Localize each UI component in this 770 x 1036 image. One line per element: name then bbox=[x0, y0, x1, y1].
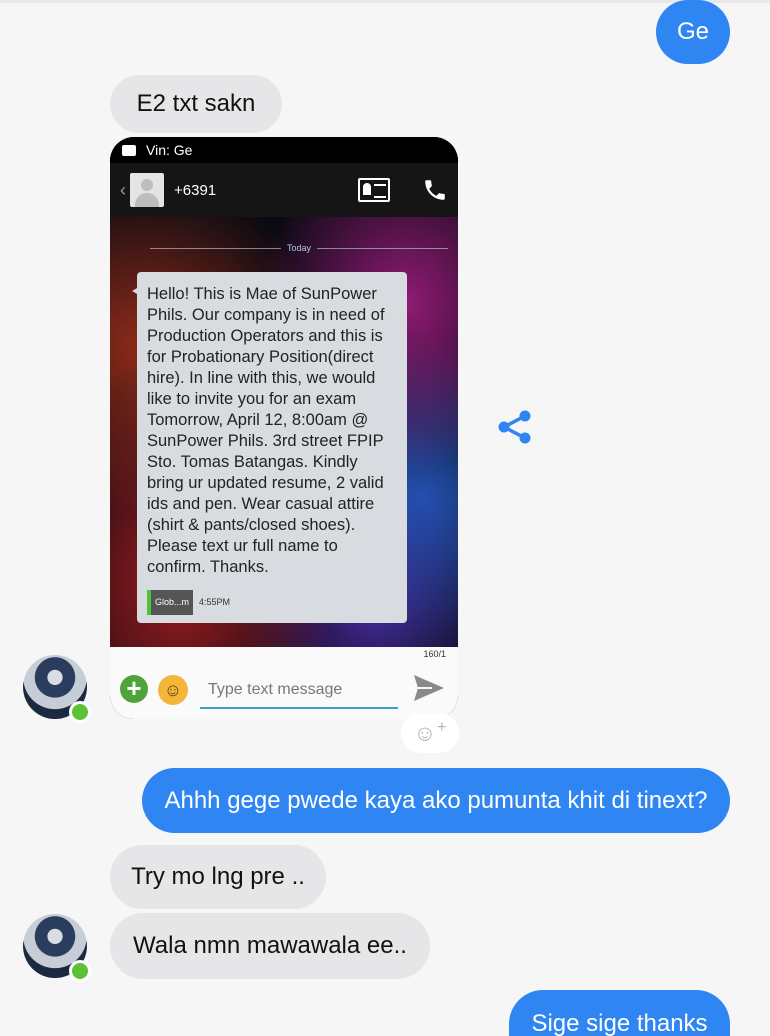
message-outgoing[interactable]: Ahhh gege pwede kaya ako pumunta khit di… bbox=[142, 768, 730, 833]
sms-app-bar: ‹ +6391 bbox=[110, 163, 458, 217]
online-status-dot bbox=[69, 960, 91, 982]
sms-conversation: Today Hello! This is Mae of SunPower Phi… bbox=[110, 217, 458, 647]
message-outgoing[interactable]: Sige sige thanks bbox=[509, 990, 730, 1036]
online-status-dot bbox=[69, 701, 91, 723]
message-incoming[interactable]: E2 txt sakn bbox=[110, 75, 282, 133]
sender-avatar[interactable] bbox=[23, 655, 91, 723]
sms-text-input bbox=[200, 673, 398, 709]
phone-status-bar: Vin: Ge bbox=[110, 137, 458, 163]
sms-meta: Glob...m 4:55PM bbox=[147, 590, 397, 615]
send-icon bbox=[414, 675, 444, 701]
contact-number: +6391 bbox=[174, 181, 217, 199]
top-edge bbox=[0, 0, 770, 3]
char-counter: 160/1 bbox=[423, 649, 446, 659]
message-incoming[interactable]: Wala nmn mawawala ee.. bbox=[110, 913, 430, 979]
sender-avatar[interactable] bbox=[23, 914, 91, 982]
message-outgoing[interactable]: Ge bbox=[656, 0, 730, 64]
message-incoming[interactable]: Try mo lng pre .. bbox=[110, 845, 326, 909]
add-reaction-icon: ☺+ bbox=[413, 719, 447, 746]
emoji-icon: ☺ bbox=[158, 675, 188, 705]
sms-composer: 160/1 + ☺ bbox=[110, 647, 458, 719]
sms-network: Glob...m bbox=[147, 590, 194, 615]
date-divider-label: Today bbox=[286, 243, 312, 253]
contact-avatar-icon bbox=[130, 173, 164, 207]
message-notification-icon bbox=[122, 144, 136, 156]
date-divider: Today bbox=[110, 243, 458, 253]
add-reaction-button[interactable]: ☺+ bbox=[401, 713, 459, 753]
sms-time: 4:55PM bbox=[199, 597, 231, 607]
contact-card-icon bbox=[358, 178, 390, 202]
back-chevron-icon: ‹ bbox=[120, 179, 126, 200]
status-text: Vin: Ge bbox=[146, 142, 193, 158]
shared-screenshot-image[interactable]: Vin: Ge ‹ +6391 Today Hello! This is Mae… bbox=[110, 137, 458, 719]
phone-call-icon bbox=[425, 180, 445, 200]
attach-plus-icon: + bbox=[120, 675, 148, 703]
sms-message-text: Hello! This is Mae of SunPower Phils. Ou… bbox=[147, 285, 385, 576]
sms-message-bubble: Hello! This is Mae of SunPower Phils. Ou… bbox=[132, 272, 407, 623]
share-icon[interactable] bbox=[496, 408, 534, 446]
